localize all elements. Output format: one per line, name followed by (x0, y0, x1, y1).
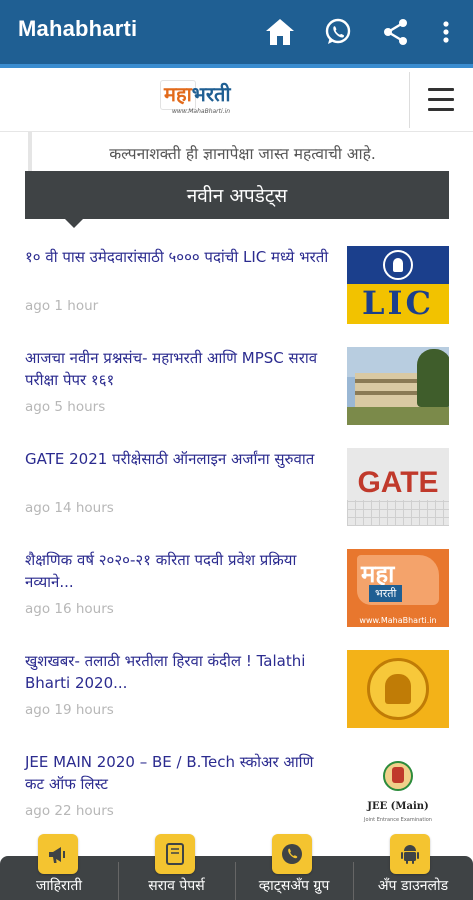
mahabharti-logo-bharti: भरती (369, 585, 403, 602)
article-item[interactable]: १० वी पास उमेदवारांसाठी ५००० पदांची LIC … (25, 246, 450, 334)
article-thumbnail-gate[interactable]: GATE (347, 448, 449, 526)
article-time: ago 14 hours (25, 500, 114, 516)
article-time: ago 16 hours (25, 601, 114, 617)
article-item[interactable]: शैक्षणिक वर्ष २०२०-२१ करिता पदवी प्रवेश … (25, 549, 450, 637)
app-bar: Mahabharti (0, 0, 473, 64)
nav-item-label: व्हाट्सअँप ग्रुप (258, 878, 330, 894)
logo-maha: महा (164, 82, 192, 106)
logo-url: www.MahaBharti.in (172, 108, 231, 115)
share-icon[interactable] (376, 12, 416, 52)
article-time: ago 22 hours (25, 803, 114, 819)
logo-wordmark: महाभरती (164, 80, 231, 107)
logo-bharti: भरती (191, 82, 231, 106)
article-time: ago 19 hours (25, 702, 114, 718)
photo-tree (417, 349, 449, 407)
nav-item-label: सराव पेपर्स (148, 878, 205, 894)
jee-logo-text: JEE (Main) (367, 801, 429, 812)
section-title: नवीन अपडेट्स (186, 185, 288, 207)
header-divider (409, 72, 410, 128)
nav-item-label: अँप डाउनलोड (377, 878, 449, 894)
lic-emblem-lamp (393, 258, 403, 272)
article-item[interactable]: JEE MAIN 2020 – BE / B.Tech स्कोअर आणि क… (25, 751, 450, 839)
article-thumbnail-building[interactable] (347, 347, 449, 425)
article-title[interactable]: खुशखबर- तलाठी भरतीला हिरवा कंदील ! Talat… (25, 650, 330, 694)
article-title[interactable]: GATE 2021 परीक्षेसाठी ऑनलाइन अर्जांना सु… (25, 448, 330, 470)
home-icon[interactable] (260, 12, 300, 52)
article-title[interactable]: १० वी पास उमेदवारांसाठी ५००० पदांची LIC … (25, 246, 330, 268)
article-title[interactable]: शैक्षणिक वर्ष २०२०-२१ करिता पदवी प्रवेश … (25, 549, 330, 593)
article-thumbnail-jee[interactable]: JEE (Main) Joint Entrance Examination (347, 751, 449, 829)
nav-item-label: जाहिराती (35, 878, 83, 894)
whatsapp-icon[interactable] (318, 12, 358, 52)
article-time: ago 5 hours (25, 399, 106, 415)
photo-building-band (355, 391, 425, 395)
seal-emblem (385, 674, 411, 704)
mahabharti-logo-url: www.MahaBharti.in (359, 616, 437, 625)
phone-icon[interactable] (272, 834, 312, 874)
quote-text: कल्पनाशक्ती ही ज्ञानापेक्षा जास्त महत्वा… (109, 145, 376, 163)
article-thumbnail-lic[interactable]: LIC (347, 246, 449, 324)
jee-emblem-book (392, 767, 404, 783)
jee-logo-subtext: Joint Entrance Examination (364, 817, 432, 823)
lic-logo-text: LIC (362, 284, 434, 322)
quote-block: कल्पनाशक्ती ही ज्ञानापेक्षा जास्त महत्वा… (28, 132, 453, 172)
photo-ground (347, 407, 449, 425)
book-icon[interactable] (155, 834, 195, 874)
article-item[interactable]: आजचा नवीन प्रश्नसंच- महाभरती आणि MPSC सर… (25, 347, 450, 435)
article-item[interactable]: खुशखबर- तलाठी भरतीला हिरवा कंदील ! Talat… (25, 650, 450, 738)
gate-graph-paper (347, 500, 449, 526)
section-heading: नवीन अपडेट्स (25, 171, 449, 228)
megaphone-icon[interactable] (38, 834, 78, 874)
section-heading-pointer (65, 219, 83, 228)
article-item[interactable]: GATE 2021 परीक्षेसाठी ऑनलाइन अर्जांना सु… (25, 448, 450, 536)
article-thumbnail-maharashtra-seal[interactable] (347, 650, 449, 728)
app-title: Mahabharti (18, 16, 138, 41)
site-header: महाभरती www.MahaBharti.in (0, 68, 473, 132)
site-logo[interactable]: महाभरती www.MahaBharti.in (160, 78, 264, 122)
more-vert-icon[interactable] (428, 12, 464, 52)
android-icon[interactable] (390, 834, 430, 874)
article-title[interactable]: JEE MAIN 2020 – BE / B.Tech स्कोअर आणि क… (25, 751, 330, 795)
hamburger-menu-icon[interactable] (424, 84, 458, 116)
gate-logo-text: GATE (357, 466, 439, 499)
photo-building-band (355, 379, 425, 383)
article-title[interactable]: आजचा नवीन प्रश्नसंच- महाभरती आणि MPSC सर… (25, 347, 330, 391)
article-time: ago 1 hour (25, 298, 99, 314)
article-thumbnail-mahabharti[interactable]: महा भरती www.MahaBharti.in (347, 549, 449, 627)
